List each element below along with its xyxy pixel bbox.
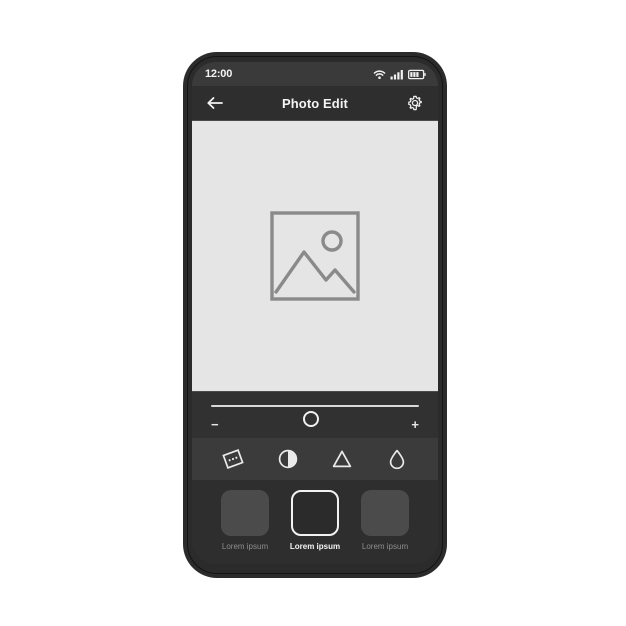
gear-icon xyxy=(406,94,424,112)
filter-thumbnail-preview[interactable] xyxy=(221,490,269,536)
image-placeholder-icon xyxy=(269,210,361,302)
back-button[interactable] xyxy=(204,92,226,114)
sharpen-icon xyxy=(330,447,354,471)
tool-saturation-button[interactable] xyxy=(382,444,412,474)
filter-thumbnail-label: Lorem ipsum xyxy=(361,542,409,551)
page-title: Photo Edit xyxy=(282,95,348,111)
back-arrow-icon xyxy=(206,95,224,111)
slider-track[interactable] xyxy=(211,405,419,427)
filter-thumbnail-preview[interactable] xyxy=(361,490,409,536)
slider-handle[interactable] xyxy=(302,411,319,427)
photo-canvas[interactable] xyxy=(192,120,438,392)
slider-decrease-button[interactable]: − xyxy=(211,418,219,431)
tool-sharpen-button[interactable] xyxy=(327,444,357,474)
wifi-icon xyxy=(373,69,386,80)
tool-contrast-button[interactable] xyxy=(273,444,303,474)
tool-filter-button[interactable] xyxy=(218,444,248,474)
filter-icon xyxy=(221,447,245,471)
cellular-signal-icon xyxy=(390,69,404,80)
phone-device-frame: 12:00 Photo Edit − + Lorem ipsum Lorem i… xyxy=(183,52,447,578)
contrast-icon xyxy=(276,447,300,471)
phone-screen: 12:00 Photo Edit − + Lorem ipsum Lorem i… xyxy=(192,62,438,564)
saturation-drop-icon xyxy=(385,447,409,471)
filter-thumbnail-item[interactable]: Lorem ipsum xyxy=(216,490,274,551)
filter-thumbnail-item[interactable]: Lorem ipsum xyxy=(286,490,344,551)
app-bar: Photo Edit xyxy=(192,86,438,120)
status-bar-icons xyxy=(373,69,426,80)
adjustment-slider-row: − + xyxy=(192,392,438,438)
battery-icon xyxy=(408,69,426,80)
filter-thumbnail-label: Lorem ipsum xyxy=(221,542,269,551)
filter-thumbnail-item[interactable]: Lorem ipsum xyxy=(356,490,414,551)
status-bar: 12:00 xyxy=(192,62,438,86)
status-bar-time: 12:00 xyxy=(205,68,233,80)
edit-tools-row xyxy=(192,438,438,480)
settings-button[interactable] xyxy=(404,92,426,114)
filter-thumbnails-row: Lorem ipsum Lorem ipsum Lorem ipsum xyxy=(192,480,438,564)
slider-increase-button[interactable]: + xyxy=(411,418,419,431)
filter-thumbnail-label: Lorem ipsum xyxy=(289,542,341,551)
filter-thumbnail-preview[interactable] xyxy=(291,490,339,536)
